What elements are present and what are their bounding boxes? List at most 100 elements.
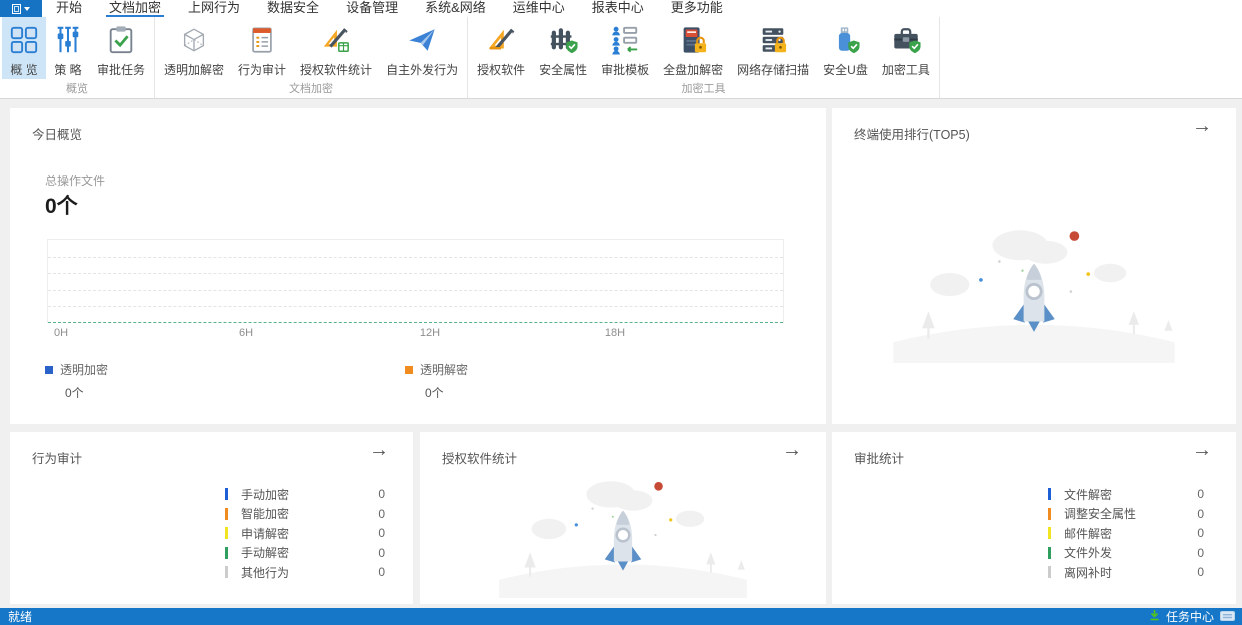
transparent-crypt-cube-icon	[179, 25, 209, 55]
panel-title: 今日概览	[32, 124, 82, 143]
app-logo-icon	[12, 4, 21, 14]
list-item-label: 离网补时	[1064, 564, 1112, 581]
ribbon-button-label: 概 览	[10, 61, 37, 78]
list-item-label: 邮件解密	[1064, 525, 1112, 542]
ribbon-group-label: 文档加密	[155, 79, 467, 98]
x-axis-tick-label: 12H	[420, 327, 440, 339]
list-item: 智能加密 0	[225, 508, 385, 521]
list-item-value: 0	[1197, 546, 1204, 560]
ribbon-button[interactable]: 加密工具	[875, 17, 937, 79]
ribbon-button[interactable]: 透明加解密	[157, 17, 231, 79]
task-center-button[interactable]: 任务中心	[1166, 608, 1214, 625]
licensed-software-icon	[486, 25, 516, 55]
menu-tab-5[interactable]: 设备管理	[346, 0, 398, 17]
list-item-label: 手动解密	[241, 544, 289, 561]
empty-state-rocket-illustration	[884, 213, 1184, 363]
ribbon-button-label: 全盘加解密	[663, 61, 723, 78]
approval-task-icon	[106, 25, 136, 55]
ribbon-button-label: 授权软件	[477, 61, 525, 78]
chart-gridline	[48, 257, 783, 258]
arrow-right-icon[interactable]: →	[782, 440, 802, 460]
list-item-label: 调整安全属性	[1064, 505, 1136, 522]
stat-list: 手动加密0智能加密0申请解密0手动解密0其他行为0	[225, 488, 385, 586]
empty-state-rocket-illustration	[473, 466, 773, 598]
menu-tab-6[interactable]: 系统&网络	[425, 0, 486, 17]
list-item-label: 文件外发	[1064, 544, 1112, 561]
chart-gridline	[48, 306, 783, 307]
ribbon-button[interactable]: 全盘加解密	[656, 17, 730, 79]
ribbon-button[interactable]: 行为审计	[231, 17, 293, 79]
list-item: 调整安全属性0	[1048, 508, 1204, 521]
ribbon-button[interactable]: 审批任务	[90, 17, 152, 79]
ribbon-button[interactable]: 安全属性	[532, 17, 594, 79]
policy-sliders-icon	[53, 25, 83, 55]
list-item: 离网补时 0	[1048, 566, 1204, 579]
ribbon-group-label: 概览	[0, 79, 154, 98]
x-axis-tick-label: 0H	[54, 327, 68, 339]
list-item-value: 0	[378, 507, 385, 521]
ribbon-button-label: 加密工具	[882, 61, 930, 78]
list-item-value: 0	[1197, 565, 1204, 579]
list-item-label: 智能加密	[241, 505, 289, 522]
arrow-right-icon[interactable]: →	[1192, 116, 1212, 136]
ribbon-button-label: 行为审计	[238, 61, 286, 78]
ribbon-button[interactable]: 审批模板	[594, 17, 656, 79]
menu-tab-9[interactable]: 更多功能	[671, 0, 723, 17]
ribbon-button-label: 授权软件统计	[300, 61, 372, 78]
ribbon-group-2: 透明加解密行为审计授权软件统计自主外发行为文档加密	[155, 17, 468, 98]
arrow-right-icon[interactable]: →	[369, 440, 389, 460]
app-menu-button[interactable]	[0, 0, 42, 17]
ribbon-button-label: 审批模板	[601, 61, 649, 78]
today-chart	[47, 239, 784, 323]
stat-label: 总操作文件	[45, 172, 105, 189]
keyboard-icon[interactable]	[1220, 610, 1235, 624]
overview-grid-icon	[9, 25, 39, 55]
crypt-tools-icon	[891, 25, 921, 55]
ribbon-button[interactable]: 自主外发行为	[379, 17, 465, 79]
legend-value: 0个	[65, 384, 108, 401]
menu-tab-3[interactable]: 上网行为	[188, 0, 240, 17]
list-item: 邮件解密 0	[1048, 527, 1204, 540]
content-area: 今日概览 总操作文件 0个 0H6H12H18H 透明加密0个透明解密0个 终端…	[0, 99, 1242, 608]
menu-tab-8[interactable]: 报表中心	[592, 0, 644, 17]
ribbon-button[interactable]: 概 览	[2, 17, 46, 79]
ribbon-button[interactable]: 策 略	[46, 17, 90, 79]
legend-swatch	[1048, 566, 1051, 578]
list-item: 手动加密0	[225, 488, 385, 501]
list-item-value: 0	[378, 546, 385, 560]
legend-label: 透明解密	[420, 361, 468, 378]
list-item-label: 文件解密	[1064, 486, 1112, 503]
ribbon-button[interactable]: 授权软件统计	[293, 17, 379, 79]
legend-swatch	[1048, 547, 1051, 559]
panel-title: 审批统计	[854, 448, 904, 467]
menu-tab-7[interactable]: 运维中心	[513, 0, 565, 17]
list-item: 文件外发 0	[1048, 547, 1204, 560]
legend-swatch	[225, 547, 228, 559]
menu-tabs: 开始 文档加密 上网行为 数据安全 设备管理 系统&网络 运维中心 报表中心 更多功能	[56, 0, 723, 17]
download-arrow-icon	[1149, 609, 1160, 624]
ribbon-button[interactable]: 网络存储扫描	[730, 17, 816, 79]
chart-legend-item: 透明加密0个	[45, 361, 108, 401]
legend-swatch	[1048, 488, 1051, 500]
ribbon-button-label: 审批任务	[97, 61, 145, 78]
list-item-value: 0	[1197, 487, 1204, 501]
legend-value: 0个	[425, 384, 468, 401]
panel-title: 行为审计	[32, 448, 82, 467]
legend-swatch	[405, 366, 413, 374]
ribbon-button[interactable]: 安全U盘	[816, 17, 875, 79]
menu-tab-4[interactable]: 数据安全	[267, 0, 319, 17]
chart-gridline	[48, 273, 783, 274]
list-item-value: 0	[378, 526, 385, 540]
list-item-label: 手动加密	[241, 486, 289, 503]
list-item: 申请解密0	[225, 527, 385, 540]
approval-template-icon	[610, 25, 640, 55]
menu-tab-2[interactable]: 文档加密	[109, 0, 161, 17]
ribbon-group-3: 授权软件安全属性审批模板全盘加解密网络存储扫描安全U盘加密工具加密工具	[468, 17, 940, 98]
legend-swatch	[225, 488, 228, 500]
arrow-right-icon[interactable]: →	[1192, 440, 1212, 460]
legend-swatch	[225, 508, 228, 520]
ribbon-toolbar: 概 览策 略审批任务概览透明加解密行为审计授权软件统计自主外发行为文档加密授权软…	[0, 17, 1242, 99]
ribbon-button[interactable]: 授权软件	[470, 17, 532, 79]
list-item-value: 0	[1197, 526, 1204, 540]
menu-tab-1[interactable]: 开始	[56, 0, 82, 17]
